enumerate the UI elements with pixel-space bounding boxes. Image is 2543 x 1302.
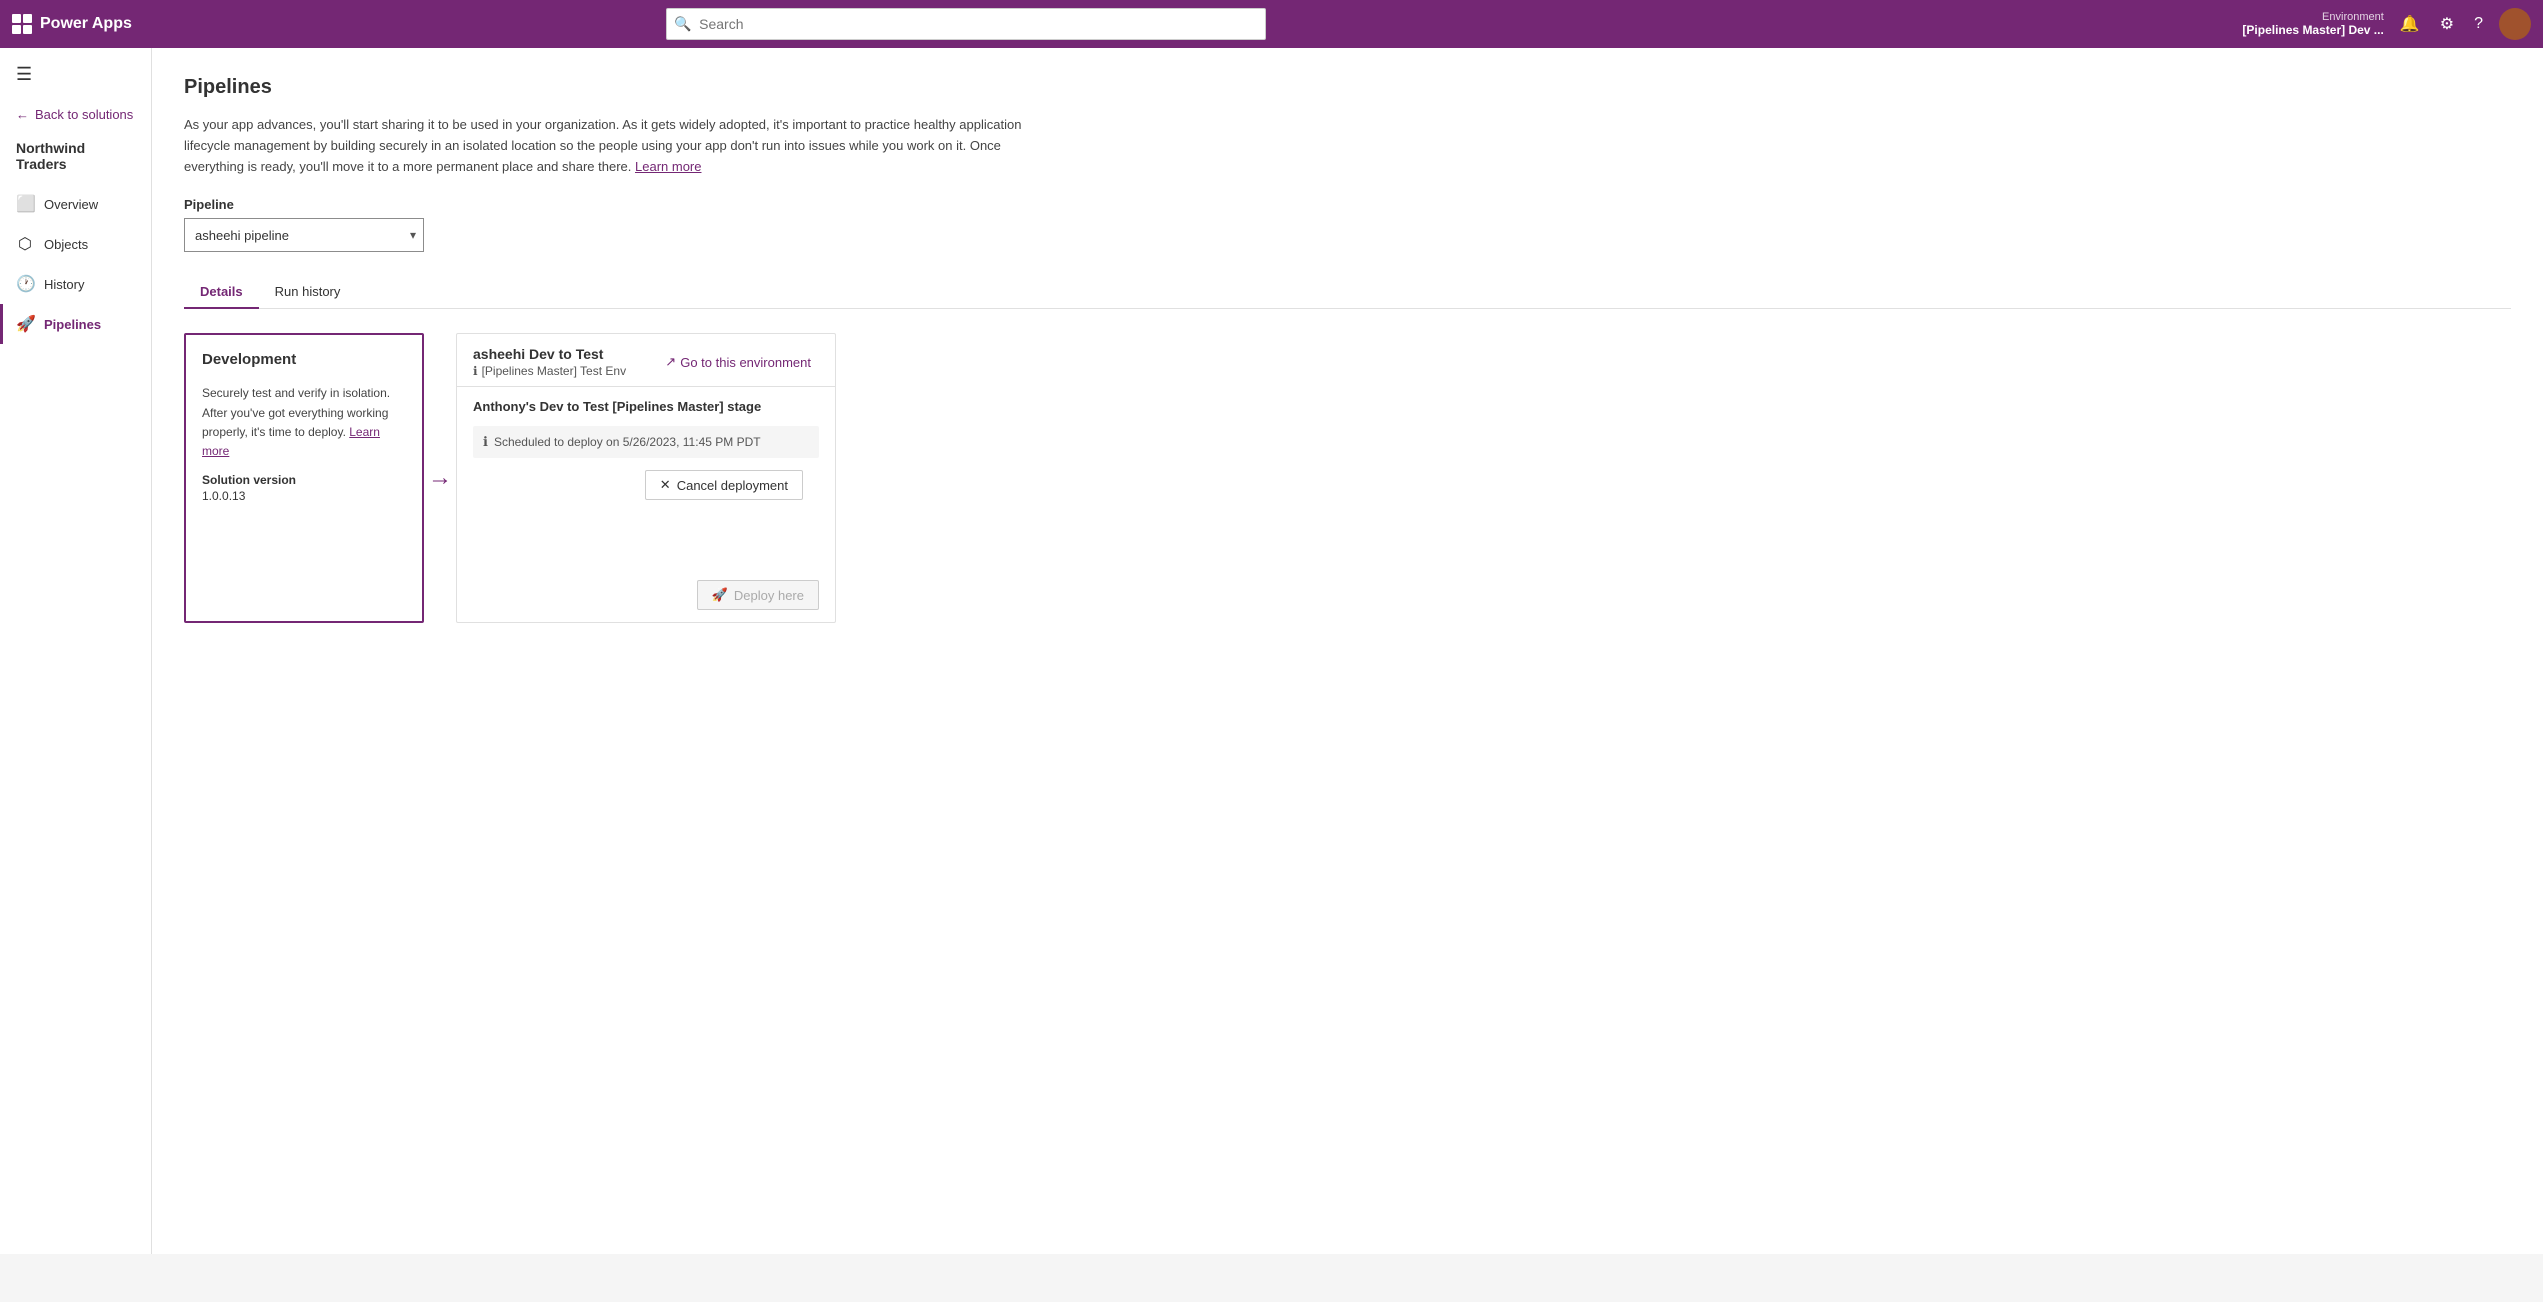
environment-info: Environment [Pipelines Master] Dev ... bbox=[2242, 11, 2383, 37]
help-button[interactable]: ? bbox=[2470, 11, 2487, 37]
sidebar-item-overview[interactable]: ⬜ Overview bbox=[0, 184, 151, 224]
sidebar-item-label-overview: Overview bbox=[44, 197, 98, 212]
topnav-right: Environment [Pipelines Master] Dev ... 🔔… bbox=[2242, 8, 2531, 40]
pipeline-label: Pipeline bbox=[184, 197, 2511, 212]
cancel-btn-wrap: ✕ Cancel deployment bbox=[457, 470, 835, 520]
pipelines-icon: 🚀 bbox=[16, 314, 34, 334]
pipeline-select[interactable]: asheehi pipeline bbox=[184, 218, 424, 252]
sidebar-item-objects[interactable]: ⬡ Objects bbox=[0, 224, 151, 264]
test-stage-header: asheehi Dev to Test ℹ [Pipelines Master]… bbox=[457, 334, 835, 386]
back-to-solutions-link[interactable]: ← Back to solutions bbox=[0, 97, 151, 132]
page-title: Pipelines bbox=[184, 76, 2511, 99]
app-logo-icon bbox=[12, 14, 32, 34]
app-logo[interactable]: Power Apps bbox=[12, 14, 172, 34]
sidebar-item-label-objects: Objects bbox=[44, 237, 88, 252]
test-stage-footer: 🚀 Deploy here bbox=[457, 568, 835, 622]
solution-version-label: Solution version bbox=[202, 473, 406, 487]
pipeline-stages: Development Securely test and verify in … bbox=[184, 333, 2511, 623]
external-link-icon: ↗ bbox=[665, 354, 676, 370]
tab-details[interactable]: Details bbox=[184, 276, 259, 309]
test-stage-env: ℹ [Pipelines Master] Test Env bbox=[473, 364, 626, 378]
avatar[interactable] bbox=[2499, 8, 2531, 40]
sidebar-item-label-history: History bbox=[44, 277, 84, 292]
cancel-icon: ✕ bbox=[660, 477, 671, 493]
layout: ☰ ← Back to solutions Northwind Traders … bbox=[0, 48, 2543, 1254]
learn-more-link-desc[interactable]: Learn more bbox=[635, 159, 701, 174]
tab-run-history[interactable]: Run history bbox=[259, 276, 357, 309]
hamburger-button[interactable]: ☰ bbox=[0, 56, 151, 93]
tabs: Details Run history bbox=[184, 276, 2511, 309]
solution-version-value: 1.0.0.13 bbox=[202, 489, 406, 503]
sidebar: ☰ ← Back to solutions Northwind Traders … bbox=[0, 48, 152, 1254]
cancel-label: Cancel deployment bbox=[677, 478, 788, 493]
go-to-env-label: Go to this environment bbox=[680, 355, 811, 370]
dev-stage-title: Development bbox=[202, 351, 406, 368]
test-stage-title: asheehi Dev to Test bbox=[473, 346, 626, 362]
back-arrow-icon: ← bbox=[16, 107, 29, 122]
objects-icon: ⬡ bbox=[16, 234, 34, 254]
info-icon: ℹ bbox=[473, 364, 478, 378]
history-icon: 🕐 bbox=[16, 274, 34, 294]
cancel-deployment-button[interactable]: ✕ Cancel deployment bbox=[645, 470, 803, 500]
sidebar-item-label-pipelines: Pipelines bbox=[44, 317, 101, 332]
dev-stage: Development Securely test and verify in … bbox=[184, 333, 424, 623]
notifications-button[interactable]: 🔔 bbox=[2396, 10, 2424, 38]
search-input[interactable] bbox=[666, 8, 1266, 40]
test-stage-title-wrap: asheehi Dev to Test ℹ [Pipelines Master]… bbox=[473, 346, 626, 378]
overview-icon: ⬜ bbox=[16, 194, 34, 214]
stage-arrow-icon: → bbox=[428, 464, 452, 492]
scheduled-text: Scheduled to deploy on 5/26/2023, 11:45 … bbox=[494, 435, 761, 449]
sidebar-item-pipelines[interactable]: 🚀 Pipelines bbox=[0, 304, 151, 344]
settings-button[interactable]: ⚙ bbox=[2436, 10, 2458, 38]
search-container: 🔍 bbox=[666, 8, 1266, 40]
test-stage: asheehi Dev to Test ℹ [Pipelines Master]… bbox=[456, 333, 836, 623]
dev-stage-desc: Securely test and verify in isolation. A… bbox=[202, 384, 406, 461]
env-label: Environment bbox=[2322, 11, 2384, 23]
description-text: As your app advances, you'll start shari… bbox=[184, 115, 1024, 177]
env-name: [Pipelines Master] Dev ... bbox=[2242, 23, 2383, 37]
scheduled-info: ℹ Scheduled to deploy on 5/26/2023, 11:4… bbox=[473, 426, 819, 458]
deploy-here-button: 🚀 Deploy here bbox=[697, 580, 819, 610]
test-stage-env-name: [Pipelines Master] Test Env bbox=[482, 364, 627, 378]
anthony-stage-label: Anthony's Dev to Test [Pipelines Master]… bbox=[457, 399, 835, 426]
rocket-icon: 🚀 bbox=[712, 587, 728, 603]
scheduled-icon: ℹ bbox=[483, 434, 488, 450]
sidebar-item-history[interactable]: 🕐 History bbox=[0, 264, 151, 304]
app-name: Power Apps bbox=[40, 15, 132, 33]
go-to-env-button[interactable]: ↗ Go to this environment bbox=[657, 350, 819, 374]
pipeline-select-wrap: asheehi pipeline ▾ bbox=[184, 218, 424, 252]
search-icon: 🔍 bbox=[674, 16, 691, 33]
topnav: Power Apps 🔍 Environment [Pipelines Mast… bbox=[0, 0, 2543, 48]
deploy-label: Deploy here bbox=[734, 588, 804, 603]
test-stage-divider bbox=[457, 386, 835, 387]
back-label: Back to solutions bbox=[35, 107, 133, 122]
main-content: Pipelines As your app advances, you'll s… bbox=[152, 48, 2543, 1254]
sidebar-app-name: Northwind Traders bbox=[0, 132, 151, 184]
